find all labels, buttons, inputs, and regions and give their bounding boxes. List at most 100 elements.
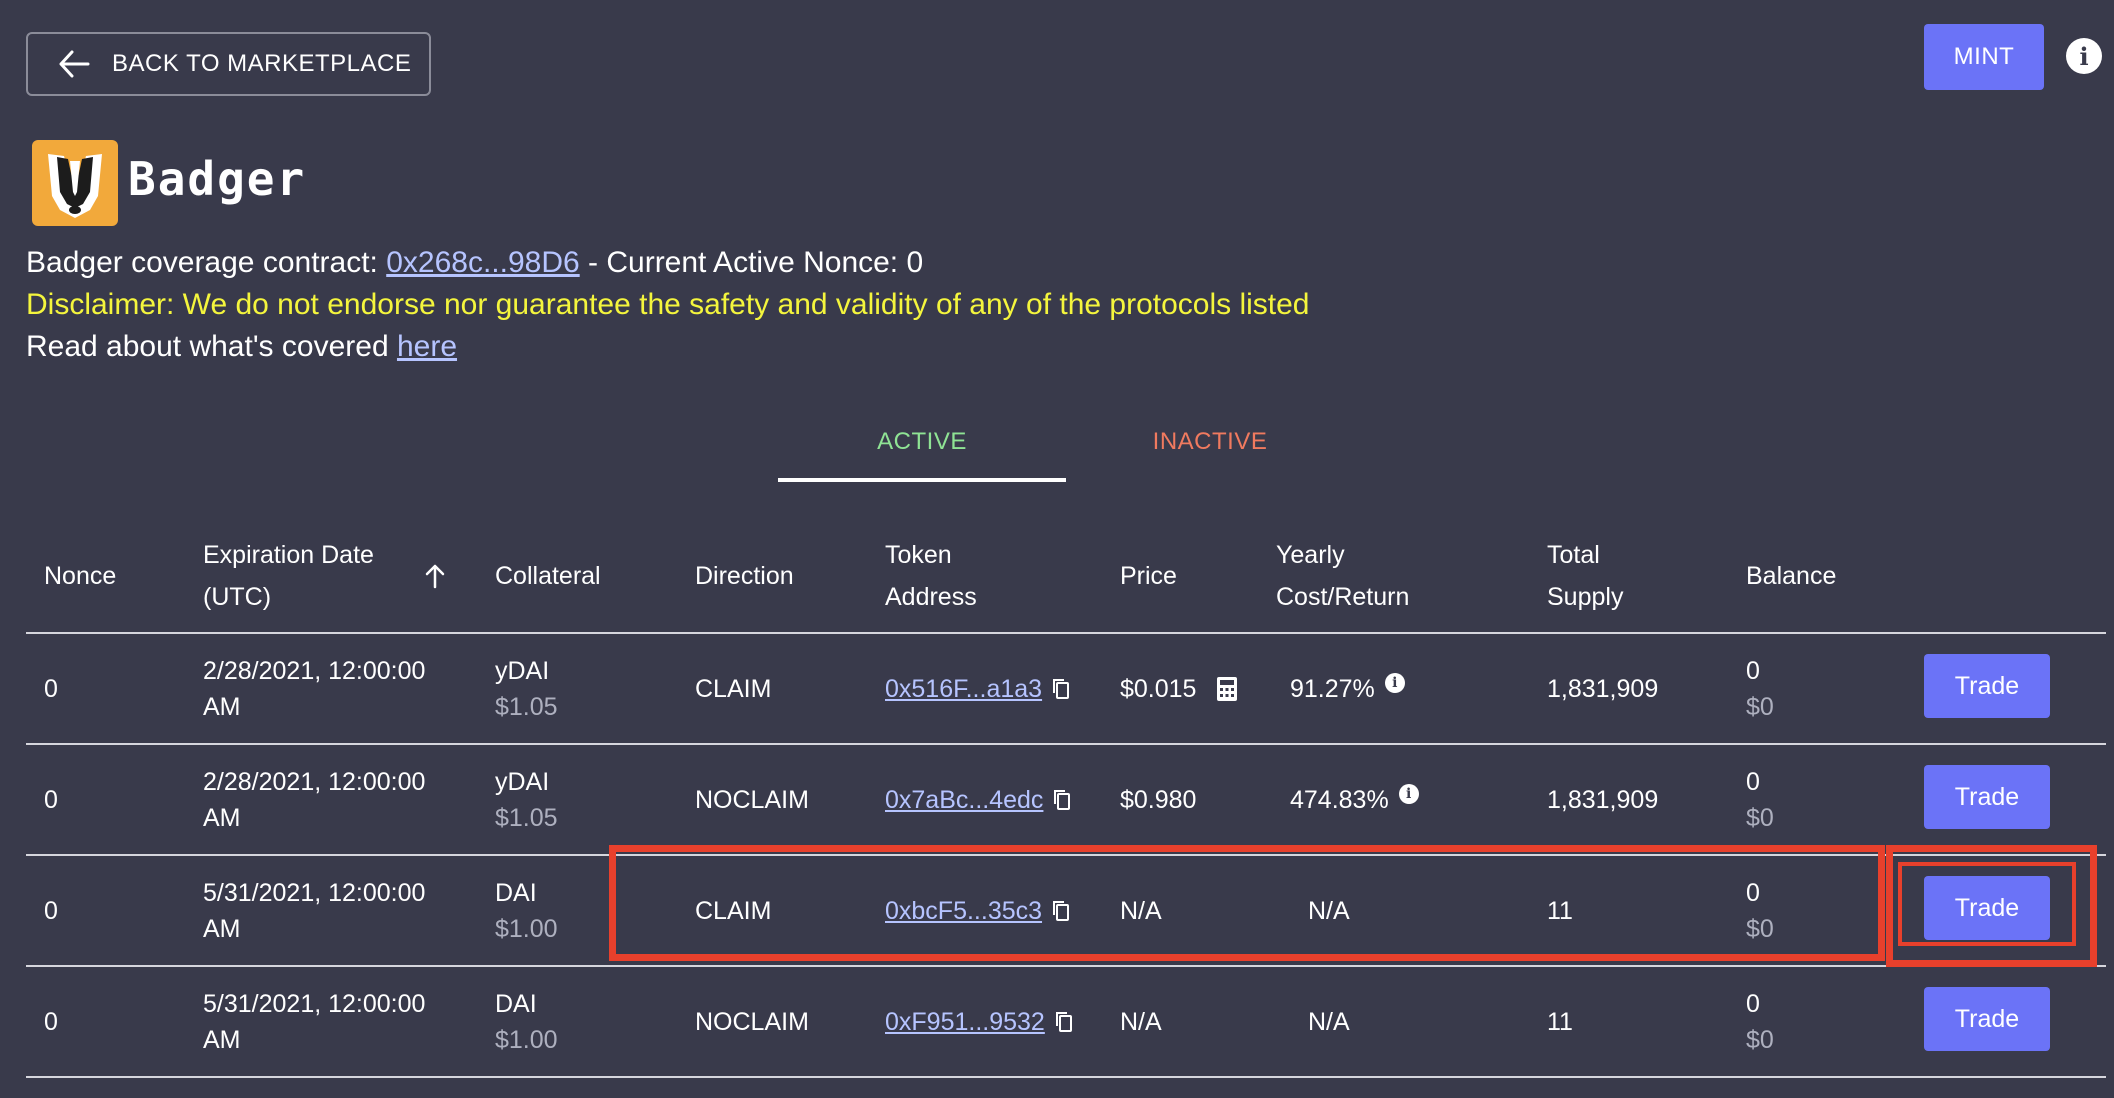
header-balance[interactable]: Balance (1746, 520, 1836, 632)
copy-icon[interactable] (1055, 1011, 1073, 1033)
header-expiration-l1: Expiration Date (203, 541, 374, 569)
balance-usd: $0 (1746, 1025, 1774, 1054)
mint-button[interactable]: MINT (1924, 24, 2044, 90)
contract-prefix: Badger coverage contract: (26, 246, 387, 279)
supply-cell: 11 (1547, 967, 1573, 1076)
header-balance-label: Balance (1746, 562, 1837, 590)
yearly-cell: N/A (1308, 856, 1350, 965)
price-cell: N/A (1120, 967, 1162, 1076)
address-cell: 0x516F...a1a3 (885, 634, 1070, 743)
collateral-price: $1.00 (495, 914, 558, 943)
table-row: 0 2/28/2021, 12:00:00 AM yDAI $1.05 NOCLAI… (26, 745, 2106, 856)
calculator-icon[interactable] (1216, 676, 1238, 702)
collateral-cell: yDAI $1.05 (495, 745, 558, 854)
header-collateral[interactable]: Collateral (495, 520, 601, 632)
price-value: N/A (1120, 1007, 1162, 1036)
table-row: 0 5/31/2021, 12:00:00 AM DAI $1.00 NOCLAIM… (26, 967, 2106, 1078)
header-yearly[interactable]: Yearly Cost/Return (1276, 520, 1409, 632)
contract-line: Badger coverage contract: 0x268c...98D6 … (26, 242, 1310, 284)
collateral-price: $1.05 (495, 692, 558, 721)
token-address-link[interactable]: 0xF951...9532 (885, 1004, 1045, 1040)
collateral-cell: DAI $1.00 (495, 856, 558, 965)
direction-cell: CLAIM (695, 634, 771, 743)
tab-active[interactable]: ACTIVE (778, 420, 1066, 482)
header-direction[interactable]: Direction (695, 520, 794, 632)
address-cell: 0xF951...9532 (885, 967, 1073, 1076)
sort-arrow-up-icon[interactable] (424, 520, 446, 632)
header-supply-l2: Supply (1547, 583, 1624, 611)
price-value: N/A (1120, 896, 1162, 925)
copy-icon[interactable] (1052, 678, 1070, 700)
balance-cell: 0 $0 (1746, 634, 1774, 743)
header-yearly-l2: Cost/Return (1276, 583, 1410, 611)
address-cell: 0xbcF5...35c3 (885, 856, 1070, 965)
header-yearly-l1: Yearly (1276, 541, 1345, 569)
info-icon[interactable]: i (1384, 672, 1405, 693)
contract-link[interactable]: 0x268c...98D6 (386, 246, 579, 279)
collateral-cell: DAI $1.00 (495, 967, 558, 1076)
yearly-cell: 91.27% i (1290, 634, 1405, 743)
collateral-name: yDAI (495, 767, 550, 796)
trade-button[interactable]: Trade (1924, 987, 2050, 1051)
collateral-name: DAI (495, 878, 537, 907)
header-supply[interactable]: Total Supply (1547, 520, 1623, 632)
address-cell: 0x7aBc...4edc (885, 745, 1071, 854)
direction-value: CLAIM (695, 674, 772, 703)
direction-cell: NOCLAIM (695, 745, 809, 854)
date-line1: 2/28/2021, 12:00:00 (203, 767, 426, 796)
trade-button[interactable]: Trade (1924, 654, 2050, 718)
nonce-value: 0 (44, 896, 58, 925)
trade-button[interactable]: Trade (1924, 876, 2050, 940)
balance-value: 0 (1746, 656, 1760, 685)
direction-cell: NOCLAIM (695, 967, 809, 1076)
table-row: 0 5/31/2021, 12:00:00 AM DAI $1.00 CLAIM 0… (26, 856, 2106, 967)
header-nonce[interactable]: Nonce (44, 520, 116, 632)
balance-cell: 0 $0 (1746, 856, 1774, 965)
info-icon[interactable]: i (2066, 38, 2102, 74)
back-to-marketplace-button[interactable]: BACK TO MARKETPLACE (26, 32, 431, 96)
header-expiration[interactable]: Expiration Date (UTC) (203, 520, 374, 632)
header-price[interactable]: Price (1120, 520, 1177, 632)
here-link[interactable]: here (397, 330, 457, 363)
date-line1: 5/31/2021, 12:00:00 (203, 989, 426, 1018)
page: BACK TO MARKETPLACE MINT i Badger Badger… (0, 0, 2114, 1098)
direction-value: NOCLAIM (695, 1007, 809, 1036)
supply-value: 11 (1547, 1007, 1573, 1036)
header-token-address[interactable]: Token Address (885, 520, 977, 632)
price-value: $0.980 (1120, 785, 1197, 814)
date-line2: AM (203, 1025, 241, 1054)
tab-inactive[interactable]: INACTIVE (1066, 420, 1354, 482)
date-line2: AM (203, 803, 241, 832)
nonce-value: 0 (44, 1007, 58, 1036)
header-price-label: Price (1120, 562, 1177, 590)
yearly-cell: 474.83% i (1290, 745, 1419, 854)
header-token-l2: Address (885, 583, 977, 611)
collateral-name: yDAI (495, 656, 550, 685)
coverage-table: Nonce Expiration Date (UTC) Collateral D… (26, 520, 2106, 1078)
balance-value: 0 (1746, 878, 1760, 907)
trade-button[interactable]: Trade (1924, 765, 2050, 829)
token-address-link[interactable]: 0xbcF5...35c3 (885, 893, 1042, 929)
yearly-value: N/A (1308, 1007, 1350, 1036)
nonce-text: - Current Active Nonce: 0 (579, 246, 924, 279)
info-icon[interactable]: i (1398, 783, 1419, 804)
collateral-price: $1.05 (495, 803, 558, 832)
collateral-cell: yDAI $1.05 (495, 634, 558, 743)
copy-icon[interactable] (1053, 789, 1071, 811)
price-cell: N/A (1120, 856, 1162, 965)
badger-logo-icon (32, 140, 118, 226)
expiration-cell: 5/31/2021, 12:00:00 AM (203, 967, 425, 1076)
header-token-l1: Token (885, 541, 952, 569)
status-tabs: ACTIVE INACTIVE (778, 420, 1354, 482)
yearly-cell: N/A (1308, 967, 1350, 1076)
balance-cell: 0 $0 (1746, 745, 1774, 854)
brand-name: Badger (128, 152, 307, 206)
copy-icon[interactable] (1052, 900, 1070, 922)
token-address-link[interactable]: 0x7aBc...4edc (885, 782, 1043, 818)
balance-value: 0 (1746, 989, 1760, 1018)
token-address-link[interactable]: 0x516F...a1a3 (885, 671, 1042, 707)
supply-value: 1,831,909 (1547, 674, 1659, 703)
date-line2: AM (203, 914, 241, 943)
expiration-cell: 2/28/2021, 12:00:00 AM (203, 745, 425, 854)
supply-cell: 11 (1547, 856, 1573, 965)
